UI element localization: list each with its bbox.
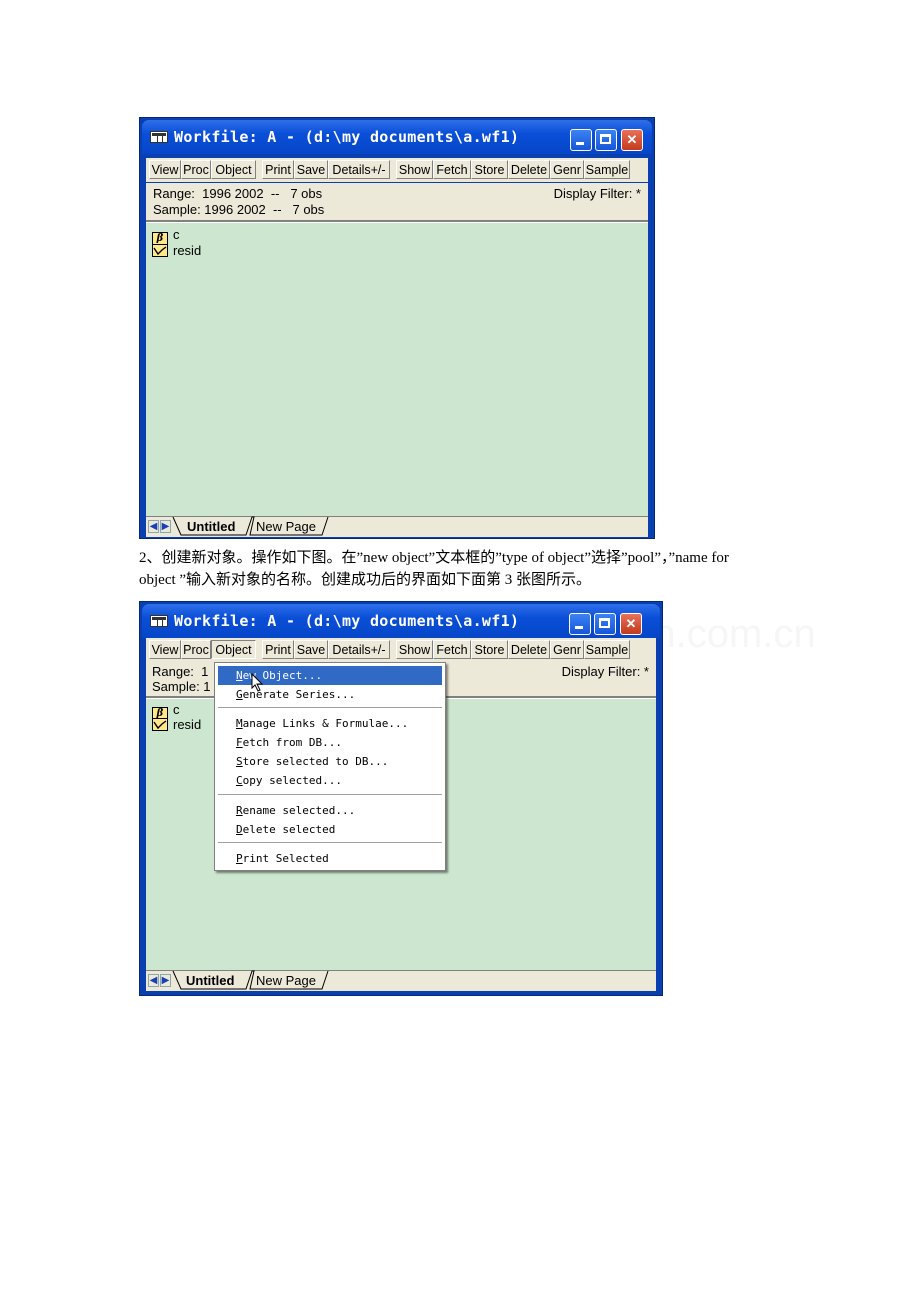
- workfile-icon: [150, 615, 168, 627]
- list-item[interactable]: βc: [152, 702, 180, 720]
- menu-item-fetch-from-db[interactable]: Fetch from DB...: [218, 733, 442, 752]
- range-text: Range: 1: [152, 664, 209, 679]
- view-button[interactable]: View: [149, 160, 181, 179]
- print-button[interactable]: Print: [262, 640, 294, 659]
- sample-text: Sample: 1996 2002 -- 7 obs: [153, 202, 325, 217]
- delete-button[interactable]: Delete: [508, 640, 550, 659]
- genr-button[interactable]: Genr: [550, 640, 584, 659]
- object-button[interactable]: Object: [211, 160, 256, 179]
- object-list: βc resid: [146, 222, 648, 517]
- menu-separator: [218, 794, 442, 795]
- toolbar: View Proc Object Print Save Details+/- S…: [146, 638, 656, 662]
- list-item[interactable]: βc: [152, 227, 180, 245]
- object-name: resid: [173, 243, 202, 258]
- store-button[interactable]: Store: [471, 640, 508, 659]
- menu-item-print-selected[interactable]: Print Selected: [218, 849, 442, 868]
- maximize-button[interactable]: [595, 129, 617, 151]
- range-text: Range: 1996 2002 -- 7 obs: [153, 186, 323, 201]
- menu-item-store-to-db[interactable]: Store selected to DB...: [218, 752, 442, 771]
- page-tab-bar: ◀ ▶ Untitled New Page: [146, 516, 648, 537]
- proc-button[interactable]: Proc: [181, 640, 211, 659]
- workfile-window: Workfile: A - (d:\my documents\a.wf1) ✕ …: [139, 117, 655, 539]
- save-button[interactable]: Save: [294, 160, 328, 179]
- maximize-button[interactable]: [594, 613, 616, 635]
- title-bar[interactable]: Workfile: A - (d:\my documents\a.wf1) ✕: [142, 604, 660, 638]
- details-button[interactable]: Details+/-: [328, 640, 390, 659]
- tab-outline: [172, 516, 329, 536]
- details-button[interactable]: Details+/-: [328, 160, 390, 179]
- body-paragraph: 2、创建新对象。操作如下图。在”new object”文本框的”type of …: [139, 547, 799, 591]
- show-button[interactable]: Show: [396, 160, 433, 179]
- menu-item-rename-selected[interactable]: Rename selected...: [218, 801, 442, 820]
- sample-text: Sample: 1: [152, 679, 211, 694]
- workfile-window: Workfile: A - (d:\my documents\a.wf1) ✕ …: [139, 601, 663, 996]
- toolbar: View Proc Object Print Save Details+/- S…: [146, 158, 648, 182]
- series-icon: [152, 244, 168, 257]
- fetch-button[interactable]: Fetch: [433, 160, 471, 179]
- workfile-icon: [150, 131, 168, 143]
- window-title: Workfile: A - (d:\my documents\a.wf1): [174, 128, 520, 146]
- save-button[interactable]: Save: [294, 640, 328, 659]
- info-panel: Range: 1996 2002 -- 7 obs Sample: 1996 2…: [146, 183, 648, 222]
- menu-item-delete-selected[interactable]: Delete selected: [218, 820, 442, 839]
- menu-item-copy-selected[interactable]: Copy selected...: [218, 771, 442, 790]
- window-title: Workfile: A - (d:\my documents\a.wf1): [174, 612, 520, 630]
- title-bar[interactable]: Workfile: A - (d:\my documents\a.wf1) ✕: [142, 120, 652, 154]
- show-button[interactable]: Show: [396, 640, 433, 659]
- delete-button[interactable]: Delete: [508, 160, 550, 179]
- object-name: resid: [173, 717, 202, 732]
- series-icon: [152, 718, 168, 731]
- minimize-button[interactable]: [569, 613, 591, 635]
- object-name: c: [173, 227, 180, 242]
- sample-button[interactable]: Sample: [584, 160, 630, 179]
- store-button[interactable]: Store: [471, 160, 508, 179]
- fetch-button[interactable]: Fetch: [433, 640, 471, 659]
- mouse-pointer-icon: [251, 673, 264, 692]
- object-menu: New Object... Generate Series... Manage …: [214, 662, 446, 871]
- menu-item-manage-links[interactable]: Manage Links & Formulae...: [218, 714, 442, 733]
- chevron-left-icon[interactable]: ◀: [148, 974, 159, 987]
- proc-button[interactable]: Proc: [181, 160, 211, 179]
- page-tab-bar: ◀ ▶ Untitled New Page: [146, 970, 656, 991]
- menu-separator: [218, 707, 442, 708]
- chevron-right-icon[interactable]: ▶: [160, 974, 171, 987]
- object-button[interactable]: Object: [211, 640, 256, 659]
- minimize-button[interactable]: [570, 129, 592, 151]
- paragraph-line-1: 2、创建新对象。操作如下图。在”new object”文本框的”type of …: [139, 550, 729, 566]
- object-name: c: [173, 702, 180, 717]
- close-button[interactable]: ✕: [621, 129, 643, 151]
- menu-separator: [218, 842, 442, 843]
- tab-outline: [172, 970, 329, 990]
- close-button[interactable]: ✕: [620, 613, 642, 635]
- list-item[interactable]: resid: [152, 717, 201, 732]
- chevron-left-icon[interactable]: ◀: [148, 520, 159, 533]
- chevron-right-icon[interactable]: ▶: [160, 520, 171, 533]
- paragraph-line-2: object ”输入新对象的名称。创建成功后的界面如下面第 3 张图所示。: [139, 572, 592, 588]
- display-filter[interactable]: Display Filter: *: [554, 186, 641, 201]
- sample-button[interactable]: Sample: [584, 640, 630, 659]
- view-button[interactable]: View: [149, 640, 181, 659]
- list-item[interactable]: resid: [152, 243, 201, 258]
- print-button[interactable]: Print: [262, 160, 294, 179]
- genr-button[interactable]: Genr: [550, 160, 584, 179]
- display-filter[interactable]: Display Filter: *: [562, 664, 649, 679]
